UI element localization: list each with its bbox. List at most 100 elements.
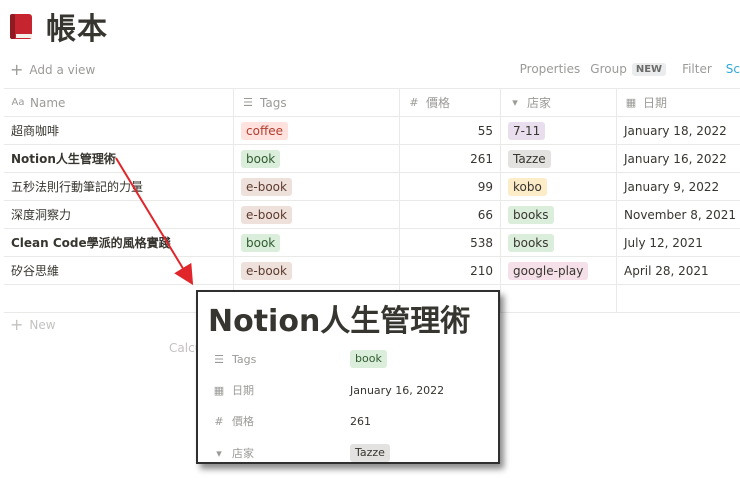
property-price-value[interactable]: 261: [350, 415, 371, 428]
name-cell[interactable]: 深度洞察力: [4, 201, 234, 228]
record-name[interactable]: 矽谷思維: [11, 262, 59, 279]
date-value: January 18, 2022: [624, 123, 727, 138]
store-chip: books: [508, 233, 554, 252]
record-name[interactable]: Clean Code學派的風格實踐: [11, 234, 171, 251]
store-chip: books: [508, 205, 554, 224]
column-header-price[interactable]: # 價格: [400, 89, 501, 116]
view-toolbar: + Add a view Properties Group NEW Filter…: [0, 60, 740, 82]
view-actions: Properties Group NEW Filter Sc: [510, 62, 740, 76]
property-store: ▾ 店家 Tazze: [212, 444, 492, 462]
price-value: 66: [477, 207, 493, 222]
column-header-tags-label: Tags: [260, 95, 287, 110]
date-value: April 28, 2021: [624, 263, 709, 278]
tags-cell[interactable]: coffee: [234, 117, 400, 144]
store-chip: 7-11: [508, 121, 546, 140]
tag-chip: coffee: [241, 121, 288, 140]
date-value: November 8, 2021: [624, 207, 737, 222]
tags-cell[interactable]: book: [234, 145, 400, 172]
red-book-icon: [10, 14, 32, 39]
property-store-value[interactable]: Tazze: [350, 444, 390, 462]
name-cell[interactable]: 矽谷思維: [4, 257, 234, 284]
plus-icon: +: [10, 60, 24, 79]
record-name[interactable]: 五秒法則行動筆記的力量: [11, 178, 143, 195]
date-cell[interactable]: July 12, 2021: [617, 229, 740, 256]
store-cell[interactable]: Tazze: [501, 145, 617, 172]
date-cell[interactable]: January 16, 2022: [617, 145, 740, 172]
list-icon: ☰: [243, 96, 253, 109]
search-button[interactable]: Sc: [726, 62, 740, 76]
tag-chip: e-book: [241, 261, 292, 280]
name-cell[interactable]: Clean Code學派的風格實踐: [4, 229, 234, 256]
number-icon: #: [214, 414, 224, 428]
table-row[interactable]: Notion人生管理術 book 261 Tazze January 16, 2022: [4, 145, 740, 173]
tags-cell[interactable]: book: [234, 229, 400, 256]
column-header-date[interactable]: ▦ 日期: [617, 89, 740, 116]
tags-cell[interactable]: e-book: [234, 173, 400, 200]
date-value: January 9, 2022: [624, 179, 720, 194]
zoomed-record-card: Notion人生管理術 ☰ Tags book ▦ 日期 January 16,…: [196, 290, 500, 464]
new-row-button[interactable]: + New: [10, 315, 56, 334]
date-value: July 12, 2021: [624, 235, 703, 250]
record-name[interactable]: 深度洞察力: [11, 206, 71, 223]
store-cell[interactable]: books: [501, 201, 617, 228]
tags-cell[interactable]: e-book: [234, 257, 400, 284]
date-cell[interactable]: January 18, 2022: [617, 117, 740, 144]
text-type-icon: Aa: [11, 97, 25, 108]
record-name[interactable]: 超商咖啡: [11, 122, 59, 139]
property-tags: ☰ Tags book: [212, 350, 492, 368]
record-name[interactable]: Notion人生管理術: [11, 150, 116, 167]
table-row[interactable]: Clean Code學派的風格實踐 book 538 books July 12, 20…: [4, 229, 740, 257]
property-date-value[interactable]: January 16, 2022: [350, 384, 444, 397]
date-cell[interactable]: November 8, 2021: [617, 201, 740, 228]
table-row[interactable]: 五秒法則行動筆記的力量 e-book 99 kobo January 9, 2022: [4, 173, 740, 201]
page-header: 帳本: [6, 6, 108, 47]
name-cell[interactable]: Notion人生管理術: [4, 145, 234, 172]
property-price-label: 價格: [232, 415, 254, 428]
store-cell[interactable]: books: [501, 229, 617, 256]
name-cell[interactable]: 超商咖啡: [4, 117, 234, 144]
price-cell[interactable]: 261: [400, 145, 501, 172]
price-cell[interactable]: 55: [400, 117, 501, 144]
page-title: 帳本: [46, 12, 108, 47]
column-header-tags[interactable]: ☰ Tags: [234, 89, 400, 116]
group-button[interactable]: Group NEW: [590, 62, 667, 76]
property-price: # 價格 261: [212, 413, 492, 429]
add-view-label: Add a view: [29, 63, 96, 77]
calendar-icon: ▦: [213, 383, 225, 397]
number-icon: #: [409, 96, 419, 109]
store-chip: Tazze: [508, 149, 551, 168]
table-row[interactable]: 深度洞察力 e-book 66 books November 8, 2021: [4, 201, 740, 229]
select-icon: ▾: [216, 446, 222, 460]
table-row[interactable]: 矽谷思維 e-book 210 google-play April 28, 2021: [4, 257, 740, 285]
store-cell[interactable]: google-play: [501, 257, 617, 284]
empty-cell: [501, 285, 617, 312]
store-cell[interactable]: kobo: [501, 173, 617, 200]
properties-button[interactable]: Properties: [520, 62, 581, 76]
tags-cell[interactable]: e-book: [234, 201, 400, 228]
date-value: January 16, 2022: [624, 151, 727, 166]
tag-chip: e-book: [241, 205, 292, 224]
column-header-name[interactable]: Aa Name: [4, 89, 234, 116]
price-cell[interactable]: 210: [400, 257, 501, 284]
select-icon: ▾: [512, 96, 518, 109]
date-cell[interactable]: January 9, 2022: [617, 173, 740, 200]
zoomed-record-title: Notion人生管理術: [208, 304, 471, 339]
price-value: 210: [470, 263, 493, 278]
add-view-button[interactable]: + Add a view: [10, 62, 95, 78]
filter-button[interactable]: Filter: [682, 62, 712, 76]
group-label: Group: [590, 62, 627, 76]
table-row[interactable]: 超商咖啡 coffee 55 7-11 January 18, 2022: [4, 117, 740, 145]
name-cell[interactable]: 五秒法則行動筆記的力量: [4, 173, 234, 200]
property-tags-value[interactable]: book: [350, 350, 387, 368]
price-cell[interactable]: 66: [400, 201, 501, 228]
date-cell[interactable]: April 28, 2021: [617, 257, 740, 284]
store-cell[interactable]: 7-11: [501, 117, 617, 144]
column-header-store[interactable]: ▾ 店家: [501, 89, 617, 116]
price-value: 55: [477, 123, 493, 138]
price-cell[interactable]: 538: [400, 229, 501, 256]
column-header-price-label: 價格: [426, 96, 451, 110]
price-cell[interactable]: 99: [400, 173, 501, 200]
tag-chip: e-book: [241, 177, 292, 196]
property-date-label: 日期: [232, 384, 254, 397]
property-date: ▦ 日期 January 16, 2022: [212, 382, 492, 398]
